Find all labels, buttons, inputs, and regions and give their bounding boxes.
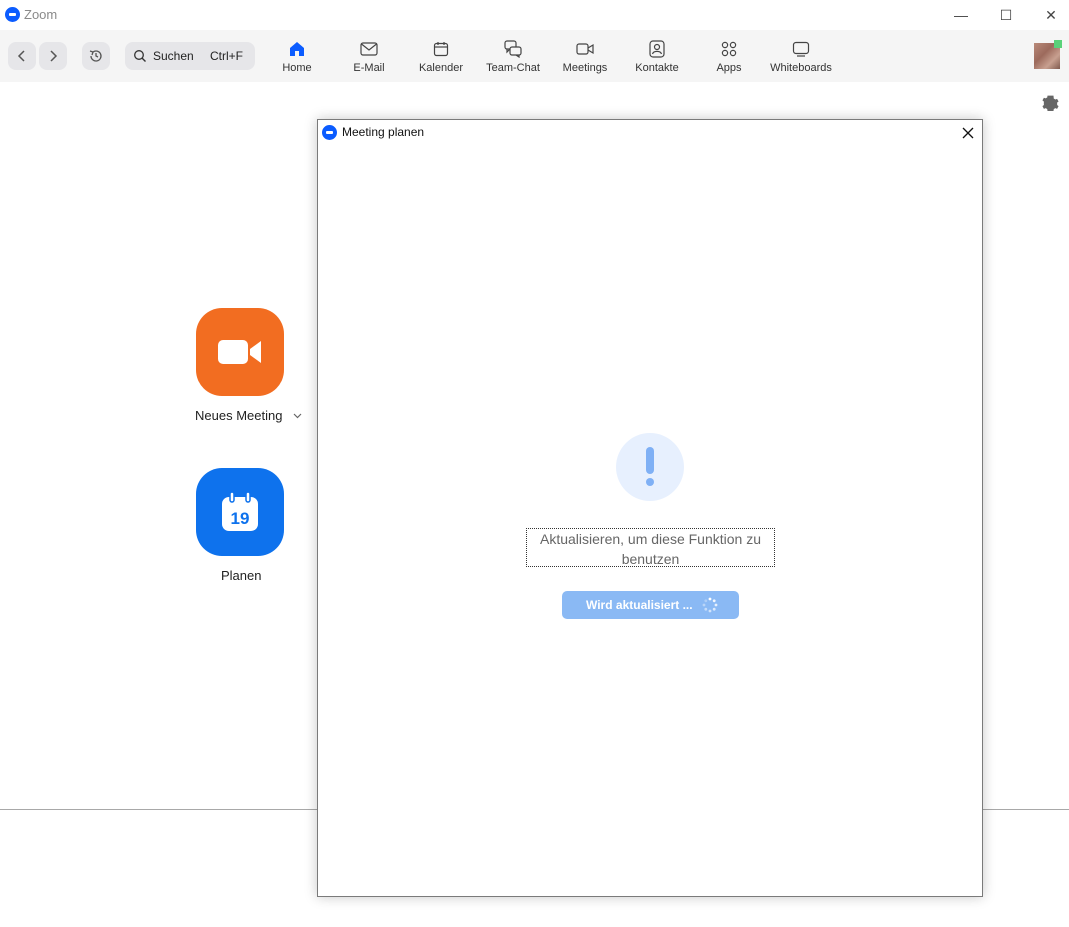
home-icon: [290, 42, 304, 56]
history-button[interactable]: [82, 42, 110, 70]
tab-home[interactable]: Home: [277, 38, 317, 78]
tab-team-chat[interactable]: Team-Chat: [484, 38, 542, 78]
back-button[interactable]: [8, 42, 36, 70]
user-avatar[interactable]: [1034, 40, 1062, 69]
main-toolbar: Suchen Ctrl+F Home E-Mail Kalender Team-…: [0, 30, 1069, 82]
tab-contacts-label: Kontakte: [635, 62, 679, 74]
minimize-button[interactable]: —: [938, 0, 984, 30]
chevron-left-icon: [17, 50, 25, 62]
updating-button[interactable]: Wird aktualisiert ...: [562, 591, 739, 619]
calendar-schedule-icon: 19: [222, 492, 258, 531]
presence-indicator: [1054, 40, 1062, 48]
zoom-logo-icon: [322, 125, 337, 140]
update-required-message: Aktualisieren, um diese Funktion zu benu…: [526, 528, 775, 567]
chat-icon: [504, 40, 522, 58]
calendar-icon: [433, 42, 449, 57]
history-icon: [89, 50, 102, 62]
chevron-right-icon: [50, 50, 58, 62]
tab-calendar[interactable]: Kalender: [416, 38, 466, 78]
loading-spinner-icon: [702, 597, 718, 613]
maximize-button[interactable]: ☐: [983, 0, 1029, 30]
search-shortcut: Ctrl+F: [210, 49, 243, 63]
tab-calendar-label: Kalender: [418, 62, 464, 74]
new-meeting-button[interactable]: [196, 308, 284, 396]
zoom-app-window: Zoom — ☐ ✕ Suchen Ctrl+F Home E-Mail Kal…: [0, 0, 1069, 927]
search-box[interactable]: Suchen Ctrl+F: [125, 42, 255, 70]
close-icon: [962, 127, 974, 139]
forward-button[interactable]: [39, 42, 67, 70]
mail-icon: [360, 42, 378, 56]
zoom-logo-icon: [5, 7, 20, 22]
tab-meetings[interactable]: Meetings: [559, 38, 611, 78]
tab-contacts[interactable]: Kontakte: [632, 38, 682, 78]
contacts-icon: [649, 40, 665, 58]
search-label: Suchen: [153, 49, 194, 63]
video-camera-icon: [218, 340, 261, 364]
dialog-close-button[interactable]: [958, 123, 978, 143]
chevron-down-icon[interactable]: [293, 413, 302, 419]
tab-email[interactable]: E-Mail: [349, 38, 389, 78]
tab-home-label: Home: [282, 62, 312, 74]
title-bar: Zoom — ☐ ✕: [0, 0, 1069, 30]
calendar-day-number: 19: [231, 509, 250, 528]
alert-exclamation-icon: [616, 433, 684, 501]
tab-apps-label: Apps: [716, 62, 742, 74]
window-title: Zoom: [24, 7, 58, 22]
tab-apps[interactable]: Apps: [711, 38, 747, 78]
tab-team-chat-label: Team-Chat: [486, 62, 540, 74]
schedule-meeting-dialog: Meeting planen Aktualisieren, um diese F…: [317, 119, 983, 897]
updating-button-label: Wird aktualisiert ...: [586, 598, 693, 612]
tab-whiteboards[interactable]: Whiteboards: [765, 38, 837, 78]
new-meeting-label: Neues Meeting: [195, 408, 283, 423]
tab-email-label: E-Mail: [353, 62, 385, 74]
dialog-title: Meeting planen: [342, 125, 425, 139]
schedule-button[interactable]: 19: [196, 468, 284, 556]
tab-whiteboards-label: Whiteboards: [770, 62, 832, 74]
settings-gear-icon[interactable]: [1042, 95, 1059, 112]
video-icon: [576, 43, 594, 55]
schedule-label: Planen: [221, 568, 262, 583]
whiteboard-icon: [792, 41, 810, 57]
search-icon: [134, 50, 146, 62]
close-window-button[interactable]: ✕: [1028, 0, 1069, 30]
tab-meetings-label: Meetings: [562, 62, 608, 74]
apps-icon: [721, 41, 737, 57]
